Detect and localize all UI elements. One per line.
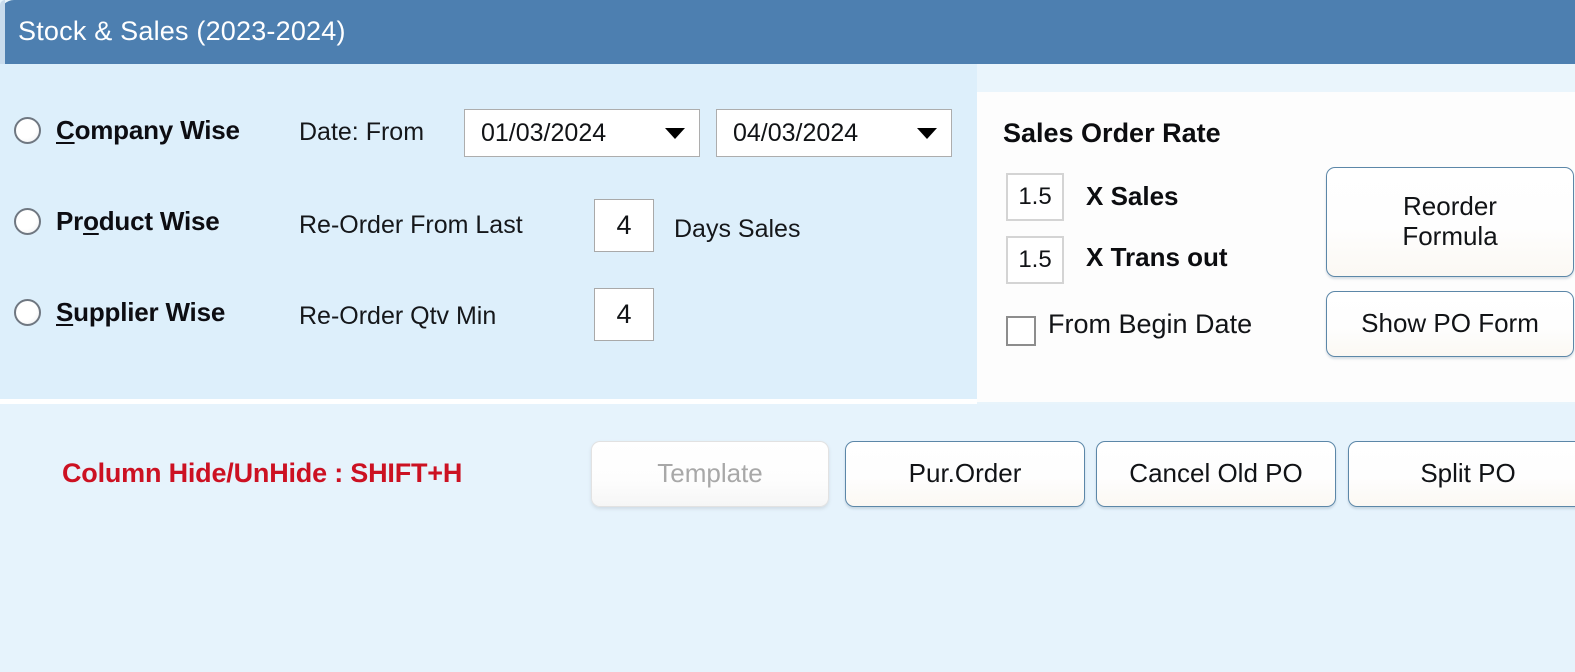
chevron-down-icon[interactable] [917, 128, 937, 139]
date-from-label: Date: From [299, 118, 424, 147]
show-po-form-button[interactable]: Show PO Form [1326, 291, 1574, 357]
purchase-order-button[interactable]: Pur.Order [845, 441, 1085, 507]
sales-rate-label: X Sales [1086, 181, 1179, 212]
reorder-days-label: Re-Order From Last [299, 211, 523, 240]
reorder-qty-min-input[interactable]: 4 [594, 288, 654, 341]
page-title: Stock & Sales (2023-2024) [18, 16, 346, 47]
radio-supplier-wise[interactable]: Supplier Wise [14, 295, 225, 329]
column-hide-hint: Column Hide/UnHide : SHIFT+H [62, 458, 462, 489]
radio-icon[interactable] [14, 117, 41, 144]
cancel-old-po-button[interactable]: Cancel Old PO [1096, 441, 1336, 507]
radio-label-company-wise: Company Wise [56, 115, 240, 146]
radio-label-supplier-wise: Supplier Wise [56, 297, 225, 328]
radio-icon[interactable] [14, 299, 41, 326]
date-to-value: 04/03/2024 [733, 119, 858, 148]
radio-product-wise[interactable]: Product Wise [14, 204, 220, 238]
sales-order-rate-title: Sales Order Rate [1003, 118, 1221, 149]
from-begin-date-checkbox[interactable] [1006, 316, 1036, 346]
radio-company-wise[interactable]: Company Wise [14, 113, 240, 147]
split-po-button[interactable]: Split PO [1348, 441, 1575, 507]
from-begin-date-label: From Begin Date [1048, 309, 1252, 340]
chevron-down-icon[interactable] [665, 128, 685, 139]
trans-out-rate-input[interactable]: 1.5 [1006, 236, 1064, 284]
panel-top-strip [977, 64, 1575, 92]
date-to-select[interactable]: 04/03/2024 [716, 109, 952, 157]
trans-out-rate-label: X Trans out [1086, 242, 1228, 273]
days-sales-label: Days Sales [674, 215, 800, 244]
sales-rate-input[interactable]: 1.5 [1006, 173, 1064, 221]
reorder-days-input[interactable]: 4 [594, 199, 654, 252]
reorder-qty-min-label: Re-Order Qtv Min [299, 302, 496, 331]
template-button[interactable]: Template [591, 441, 829, 507]
date-from-select[interactable]: 01/03/2024 [464, 109, 700, 157]
date-from-value: 01/03/2024 [481, 119, 606, 148]
reorder-formula-button[interactable]: Reorder Formula [1326, 167, 1574, 277]
radio-icon[interactable] [14, 208, 41, 235]
window-title-bar: Stock & Sales (2023-2024) [0, 0, 1575, 64]
radio-label-product-wise: Product Wise [56, 206, 220, 237]
